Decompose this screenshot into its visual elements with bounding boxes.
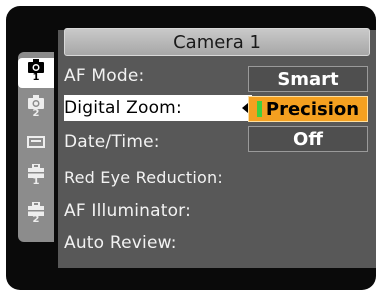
menu-item-label: AF Illuminator: bbox=[64, 201, 192, 221]
tab-memory-card[interactable] bbox=[18, 136, 54, 156]
menu-item-label: Red Eye Reduction: bbox=[64, 167, 223, 187]
option-precision[interactable]: Precision bbox=[248, 96, 368, 122]
menu-item-af-mode[interactable]: AF Mode: bbox=[64, 63, 144, 89]
tab-camera-1-number: 1 bbox=[32, 72, 40, 83]
menu-item-label: AF Mode: bbox=[64, 66, 145, 86]
tab-camera-1[interactable]: 1 bbox=[18, 58, 54, 88]
menu-item-label: Digital Zoom: bbox=[64, 98, 182, 118]
menu-item-digital-zoom[interactable]: Digital Zoom: bbox=[64, 95, 252, 121]
option-label: Off bbox=[293, 128, 323, 150]
menu-item-label: Date/Time: bbox=[64, 132, 160, 152]
tab-setup-2-number: 2 bbox=[32, 214, 40, 225]
option-smart[interactable]: Smart bbox=[248, 66, 368, 92]
memory-card-icon bbox=[27, 136, 45, 148]
tab-setup-1[interactable]: 1 bbox=[18, 164, 54, 198]
option-label: Precision bbox=[265, 98, 360, 120]
menu-title: Camera 1 bbox=[64, 28, 370, 56]
menu-tab-sidebar: 1 2 1 2 bbox=[18, 52, 54, 242]
menu-item-af-illuminator[interactable]: AF Illuminator: bbox=[64, 198, 191, 224]
selection-indicator bbox=[256, 101, 262, 117]
menu-item-label: Auto Review: bbox=[64, 233, 177, 253]
menu-item-date-time[interactable]: Date/Time: bbox=[64, 129, 160, 155]
menu-item-auto-review[interactable]: Auto Review: bbox=[64, 230, 177, 256]
tab-setup-1-number: 1 bbox=[32, 176, 40, 187]
menu-item-red-eye-reduction[interactable]: Red Eye Reduction: bbox=[64, 164, 223, 190]
option-off[interactable]: Off bbox=[248, 126, 368, 152]
option-label: Smart bbox=[277, 68, 339, 90]
tab-setup-2[interactable]: 2 bbox=[18, 202, 54, 236]
tab-camera-2[interactable]: 2 bbox=[18, 94, 54, 124]
tab-camera-2-number: 2 bbox=[32, 108, 40, 119]
